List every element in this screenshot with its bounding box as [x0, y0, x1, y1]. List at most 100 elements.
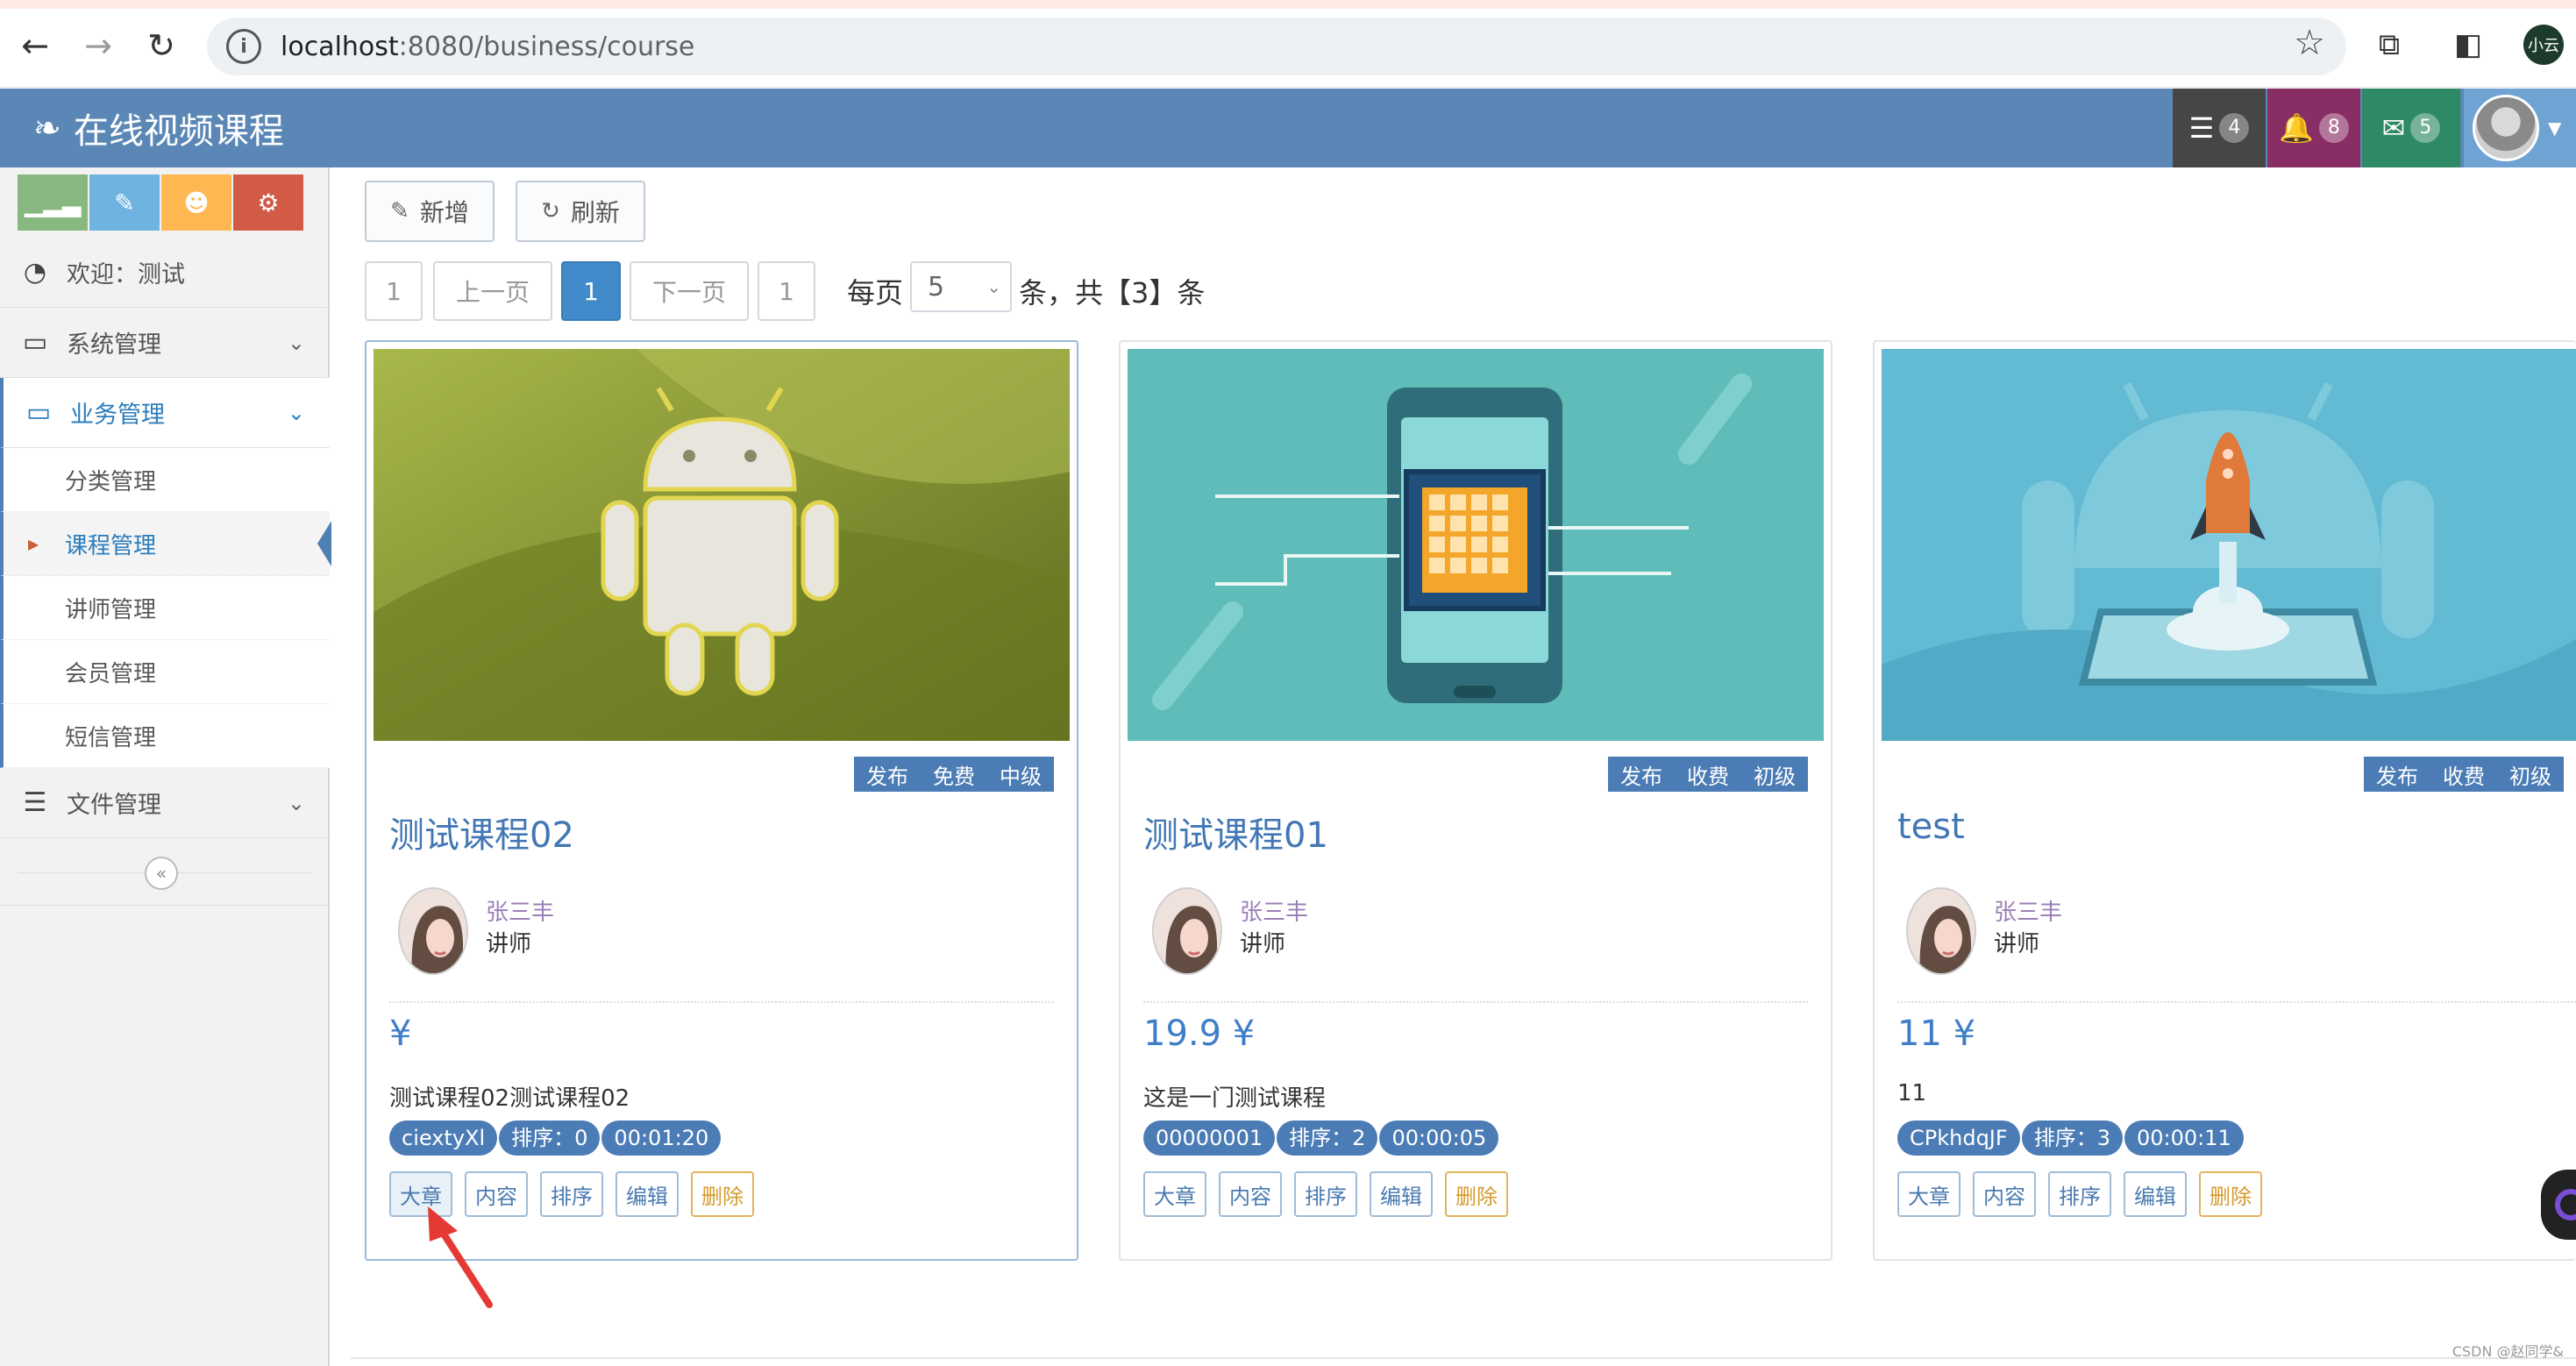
course-actions: 大章 内容 排序 编辑 删除: [1143, 1171, 1520, 1217]
sidebar-item-course[interactable]: ▶ 课程管理: [0, 512, 331, 576]
sidebar-item-sms[interactable]: 短信管理: [0, 704, 330, 768]
pager-last[interactable]: 1: [758, 261, 815, 321]
sidebar-item-business[interactable]: ▭ 业务管理 ⌄: [0, 378, 330, 448]
course-title[interactable]: test: [1897, 807, 1965, 847]
teacher-name[interactable]: 张三丰: [1240, 894, 1308, 927]
side-panel-icon[interactable]: ◧: [2446, 23, 2490, 67]
sidebar-item-label: 系统管理: [67, 331, 161, 359]
edit-button[interactable]: 编辑: [2124, 1171, 2187, 1217]
level-badge: 初级: [1754, 764, 1796, 789]
chapter-button[interactable]: 大章: [1143, 1171, 1206, 1217]
page-size-select[interactable]: 5 ⌄: [910, 261, 1012, 312]
page-size-value: 5: [928, 271, 945, 302]
course-time-badge: 00:01:20: [601, 1121, 722, 1156]
collapse-icon[interactable]: «: [145, 857, 178, 890]
extensions-icon[interactable]: ⧉: [2367, 23, 2411, 67]
add-button-label: 新增: [419, 198, 469, 227]
content-button[interactable]: 内容: [1219, 1171, 1282, 1217]
profile-avatar[interactable]: 小云: [2523, 25, 2564, 65]
user-menu[interactable]: ▼: [2464, 89, 2576, 167]
course-meta: 00000001 排序：2 00:00:05: [1143, 1121, 1500, 1156]
address-bar[interactable]: i localhost:8080/business/course ☆: [207, 18, 2346, 75]
watermark-text: CSDN @赵同学&: [2451, 1343, 2564, 1360]
course-tags: 发布 收费 初级: [2364, 757, 2564, 792]
cogs-icon[interactable]: ⚙: [233, 174, 303, 231]
delete-button[interactable]: 删除: [2199, 1171, 2262, 1217]
divider: [1143, 1001, 1808, 1003]
users-icon[interactable]: ☻: [161, 174, 231, 231]
url-host: localhost: [281, 31, 399, 62]
delete-button[interactable]: 删除: [1445, 1171, 1508, 1217]
chapter-button[interactable]: 大章: [1897, 1171, 1960, 1217]
course-thumbnail[interactable]: [374, 349, 1070, 741]
course-summary: 测试课程02测试课程02: [389, 1085, 630, 1112]
course-thumbnail[interactable]: [1128, 349, 1824, 741]
tasks-count: 4: [2219, 113, 2250, 143]
bell-icon: 🔔: [2279, 111, 2314, 145]
notifications-button[interactable]: 🔔 8: [2267, 89, 2360, 167]
sort-button[interactable]: 排序: [540, 1171, 603, 1217]
signal-icon[interactable]: ▁▂▃: [18, 174, 88, 231]
sidebar-collapse-bar: «: [0, 839, 330, 906]
sort-button[interactable]: 排序: [1294, 1171, 1357, 1217]
teacher-name[interactable]: 张三丰: [486, 894, 554, 927]
tasks-icon: ☰: [2188, 111, 2215, 145]
pager-prev[interactable]: 上一页: [433, 261, 552, 321]
sidebar-item-category[interactable]: 分类管理: [0, 448, 330, 512]
brand[interactable]: ❧ 在线视频课程: [33, 89, 284, 167]
edit-button[interactable]: 编辑: [616, 1171, 679, 1217]
back-icon[interactable]: ←: [14, 25, 56, 67]
sidebar-item-label: 文件管理: [67, 792, 161, 819]
charge-badge: 收费: [2443, 764, 2485, 789]
edit-button[interactable]: 编辑: [1370, 1171, 1433, 1217]
refresh-button[interactable]: ↻ 刷新: [516, 181, 645, 242]
teacher-name[interactable]: 张三丰: [1994, 894, 2062, 927]
forward-icon[interactable]: →: [77, 25, 119, 67]
site-info-icon[interactable]: i: [226, 29, 261, 64]
course-card: 发布 收费 初级 测试课程01 张三丰 讲师 19.9 ¥ 这是一门测试课程 0…: [1119, 340, 1832, 1261]
messages-button[interactable]: ✉ 5: [2362, 89, 2460, 167]
pager-next[interactable]: 下一页: [630, 261, 749, 321]
sidebar-item-label: 分类管理: [65, 468, 157, 495]
course-title[interactable]: 测试课程02: [389, 807, 574, 857]
sidebar-item-system[interactable]: ▭ 系统管理 ⌄: [0, 308, 330, 378]
sidebar-item-member[interactable]: 会员管理: [0, 640, 330, 704]
pager-total-label: 条，共【3】条: [1019, 276, 1206, 309]
pager-next-label: 下一页: [651, 278, 726, 307]
course-title[interactable]: 测试课程01: [1143, 807, 1328, 857]
course-sort-badge: 排序：0: [499, 1121, 601, 1156]
app-navbar: ❧ 在线视频课程 ☰ 4 🔔 8 ✉ 5 ▼: [0, 89, 2576, 167]
url-text[interactable]: localhost:8080/business/course: [281, 32, 694, 62]
content-button[interactable]: 内容: [1973, 1171, 2036, 1217]
pager-per-page-label: 每页: [847, 276, 904, 309]
pager-first-label: 1: [386, 276, 402, 306]
sort-button[interactable]: 排序: [2048, 1171, 2111, 1217]
floating-assistant-button[interactable]: [2541, 1170, 2576, 1240]
pager-first[interactable]: 1: [365, 261, 423, 321]
teacher-role: 讲师: [486, 931, 532, 957]
pager-last-label: 1: [779, 276, 794, 306]
tab-strip: [0, 0, 2576, 9]
sidebar-item-welcome[interactable]: ◔ 欢迎：测试: [0, 238, 330, 308]
delete-button[interactable]: 删除: [691, 1171, 754, 1217]
pager-current[interactable]: 1: [561, 261, 621, 321]
dashboard-icon: ◔: [23, 257, 47, 288]
divider: [351, 1357, 2576, 1359]
chevron-down-icon: ⌄: [986, 276, 1001, 297]
annotation-arrow: [428, 1206, 493, 1308]
divider: [1897, 1001, 2576, 1003]
course-meta: ciextyXl 排序：0 00:01:20: [389, 1121, 722, 1156]
messages-count: 5: [2410, 113, 2441, 143]
pencil-icon[interactable]: ✎: [89, 174, 160, 231]
course-id-badge: CPkhdqJF: [1897, 1121, 2020, 1156]
course-time-badge: 00:00:11: [2124, 1121, 2244, 1156]
course-thumbnail[interactable]: [1882, 349, 2576, 741]
add-button[interactable]: ✎ 新增: [365, 181, 495, 242]
reload-icon[interactable]: ↻: [140, 25, 182, 67]
sidebar-item-teacher[interactable]: 讲师管理: [0, 576, 330, 640]
sidebar-item-file[interactable]: ☰ 文件管理 ⌄: [0, 768, 330, 838]
sidebar-item-label: 讲师管理: [65, 596, 157, 623]
bookmark-star-icon[interactable]: ☆: [2294, 23, 2325, 63]
status-badge: 发布: [866, 764, 908, 789]
tasks-button[interactable]: ☰ 4: [2173, 89, 2266, 167]
